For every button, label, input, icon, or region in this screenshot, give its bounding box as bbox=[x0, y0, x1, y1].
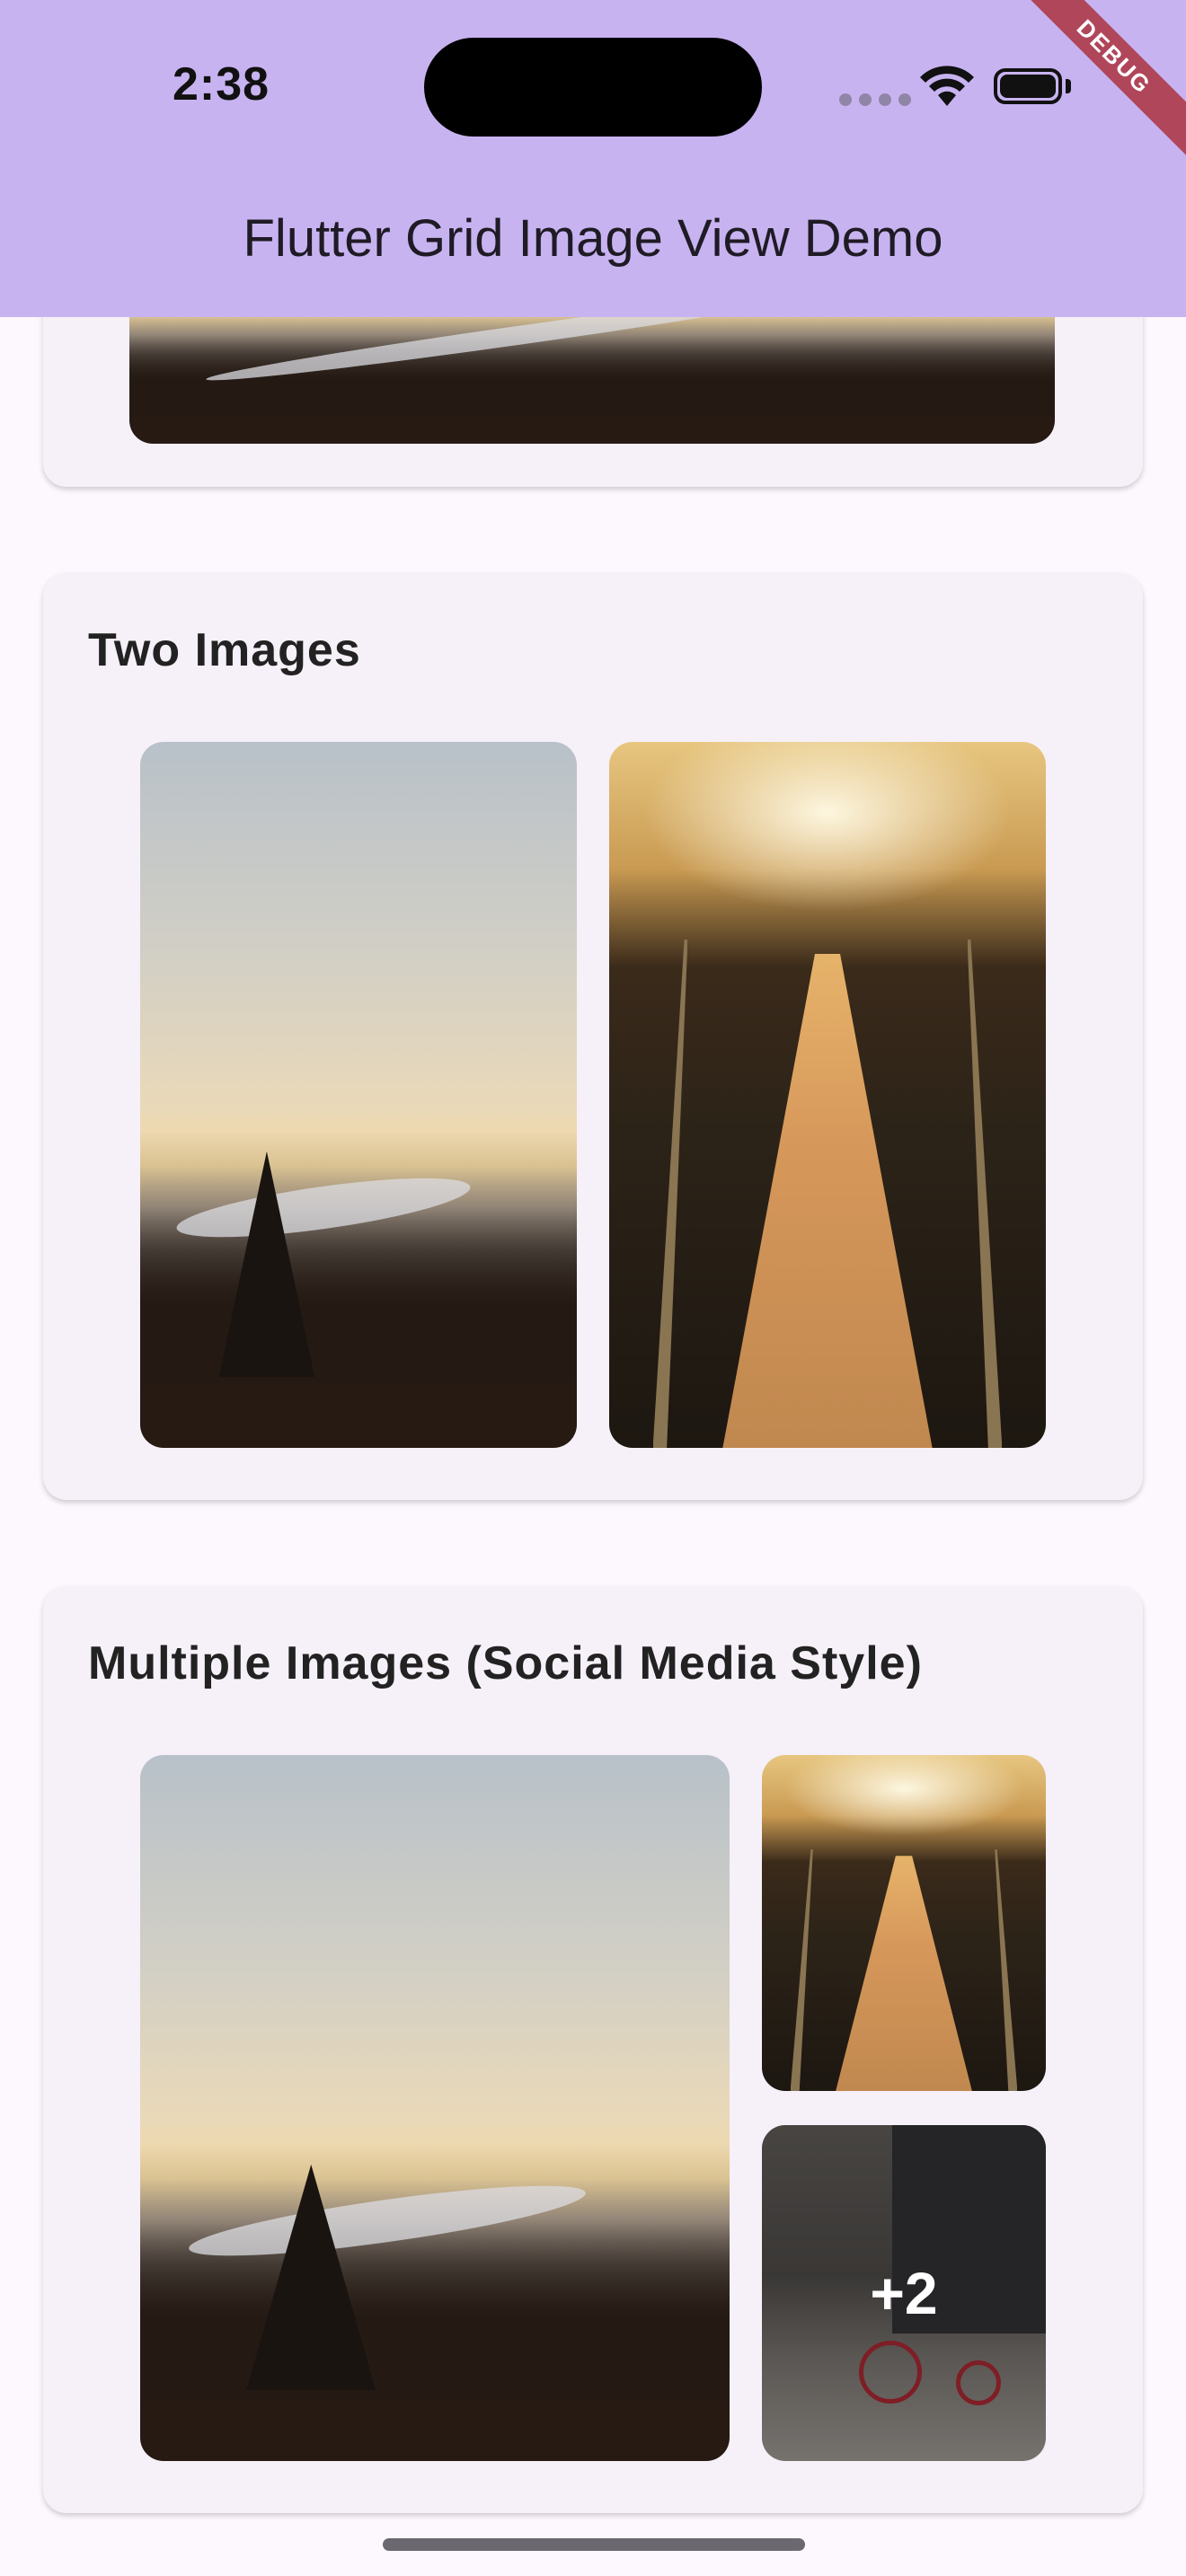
status-time: 2:38 bbox=[173, 58, 270, 110]
escalator-rail-left bbox=[652, 940, 688, 1448]
signal-icon bbox=[839, 93, 911, 106]
card-title: Multiple Images (Social Media Style) bbox=[88, 1637, 923, 1689]
escalator-rail-right bbox=[995, 1848, 1018, 2091]
grid-image-small-1[interactable] bbox=[762, 1755, 1046, 2091]
more-count-label: +2 bbox=[870, 2260, 938, 2326]
river-shape bbox=[173, 1166, 474, 1250]
river-shape bbox=[186, 2172, 589, 2271]
battery-icon bbox=[994, 68, 1062, 104]
dynamic-island bbox=[424, 38, 762, 137]
grid-image-1[interactable] bbox=[140, 742, 577, 1448]
escalator-belt bbox=[722, 953, 933, 1448]
card-title: Two Images bbox=[88, 624, 361, 676]
grid-image-small-2[interactable]: +2 bbox=[762, 2125, 1046, 2461]
home-indicator[interactable] bbox=[383, 2538, 805, 2551]
page-title: Flutter Grid Image View Demo bbox=[243, 209, 943, 268]
two-images-card: Two Images bbox=[43, 573, 1143, 1500]
wifi-icon bbox=[920, 66, 974, 106]
escalator-rail-right bbox=[967, 940, 1003, 1448]
grid-image-2[interactable] bbox=[609, 742, 1046, 1448]
escalator-rail-left bbox=[790, 1848, 813, 2091]
multiple-images-card: Multiple Images (Social Media Style) +2 bbox=[43, 1586, 1143, 2513]
more-images-overlay[interactable]: +2 bbox=[762, 2125, 1046, 2461]
escalator-belt bbox=[836, 1856, 972, 2091]
grid-image-large[interactable] bbox=[140, 1755, 730, 2461]
app-bar: 2:38 Flutter Grid Image View Demo bbox=[0, 0, 1186, 317]
tree-shape bbox=[218, 1151, 315, 1378]
tree-shape bbox=[246, 2164, 376, 2391]
battery-cap bbox=[1066, 79, 1071, 93]
